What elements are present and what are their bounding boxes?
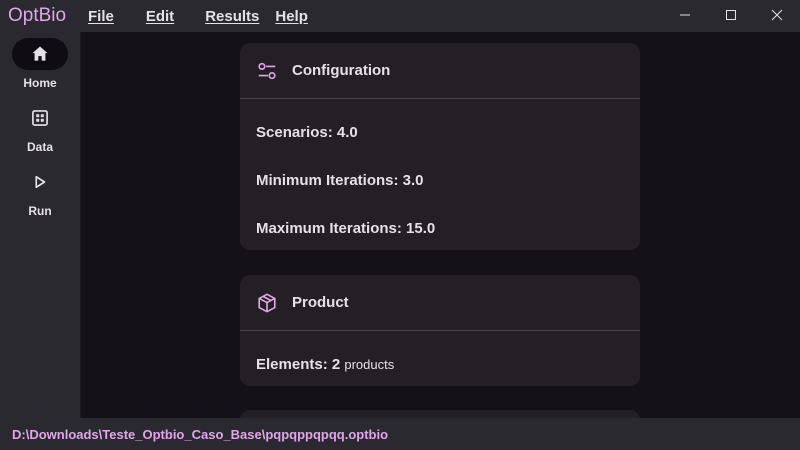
scenarios-value: Scenarios: 4.0	[256, 124, 358, 141]
title-bar: OptBio File Edit Results Help	[0, 0, 800, 32]
minimum-iterations-value: Minimum Iterations: 3.0	[256, 172, 424, 189]
sliders-icon	[256, 60, 278, 82]
elements-value: Elements: 2	[256, 356, 341, 373]
file-path: D:\Downloads\Teste_Optbio_Caso_Base\pqpq…	[12, 426, 389, 442]
nav-home[interactable]: Home	[0, 38, 80, 90]
home-icon	[32, 46, 48, 61]
window-controls	[662, 0, 800, 32]
nav-data[interactable]: Data	[0, 102, 80, 154]
nav-data-indicator[interactable]	[12, 102, 68, 134]
menu-bar: File Edit Results Help	[88, 0, 308, 32]
configuration-card: Configuration Scenarios: 4.0 Minimum Ite…	[240, 43, 640, 250]
minimize-button[interactable]	[662, 0, 708, 30]
product-card: Product Elements: 2 products	[240, 275, 640, 386]
product-card-header: Product	[240, 275, 640, 331]
nav-run-indicator[interactable]	[12, 166, 68, 198]
next-card	[240, 410, 640, 418]
elements-unit: products	[344, 357, 395, 372]
menu-edit[interactable]: Edit	[146, 8, 174, 25]
nav-run-label: Run	[28, 204, 52, 218]
close-button[interactable]	[754, 0, 800, 30]
close-icon	[771, 9, 783, 21]
configuration-title: Configuration	[292, 62, 391, 79]
nav-run[interactable]: Run	[0, 166, 80, 218]
status-bar: D:\Downloads\Teste_Optbio_Caso_Base\pqpq…	[0, 418, 800, 450]
elements-row: Elements: 2 products	[256, 356, 394, 373]
maximize-button[interactable]	[708, 0, 754, 30]
menu-results[interactable]: Results	[205, 8, 259, 25]
maximize-icon	[726, 10, 736, 20]
menu-file[interactable]: File	[88, 8, 114, 25]
main-content: Configuration Scenarios: 4.0 Minimum Ite…	[81, 32, 800, 418]
configuration-card-header: Configuration	[240, 43, 640, 99]
nav-home-indicator[interactable]	[12, 38, 68, 70]
play-icon	[35, 175, 46, 189]
grid-icon	[32, 110, 48, 126]
nav-home-label: Home	[23, 76, 57, 90]
minimize-icon	[680, 14, 690, 16]
package-icon	[256, 292, 278, 314]
navigation-rail: Home Data Run	[0, 32, 80, 418]
menu-help[interactable]: Help	[275, 8, 308, 25]
product-title: Product	[292, 294, 349, 311]
app-title: OptBio	[8, 5, 67, 26]
nav-data-label: Data	[26, 140, 53, 154]
maximum-iterations-value: Maximum Iterations: 15.0	[256, 220, 436, 237]
